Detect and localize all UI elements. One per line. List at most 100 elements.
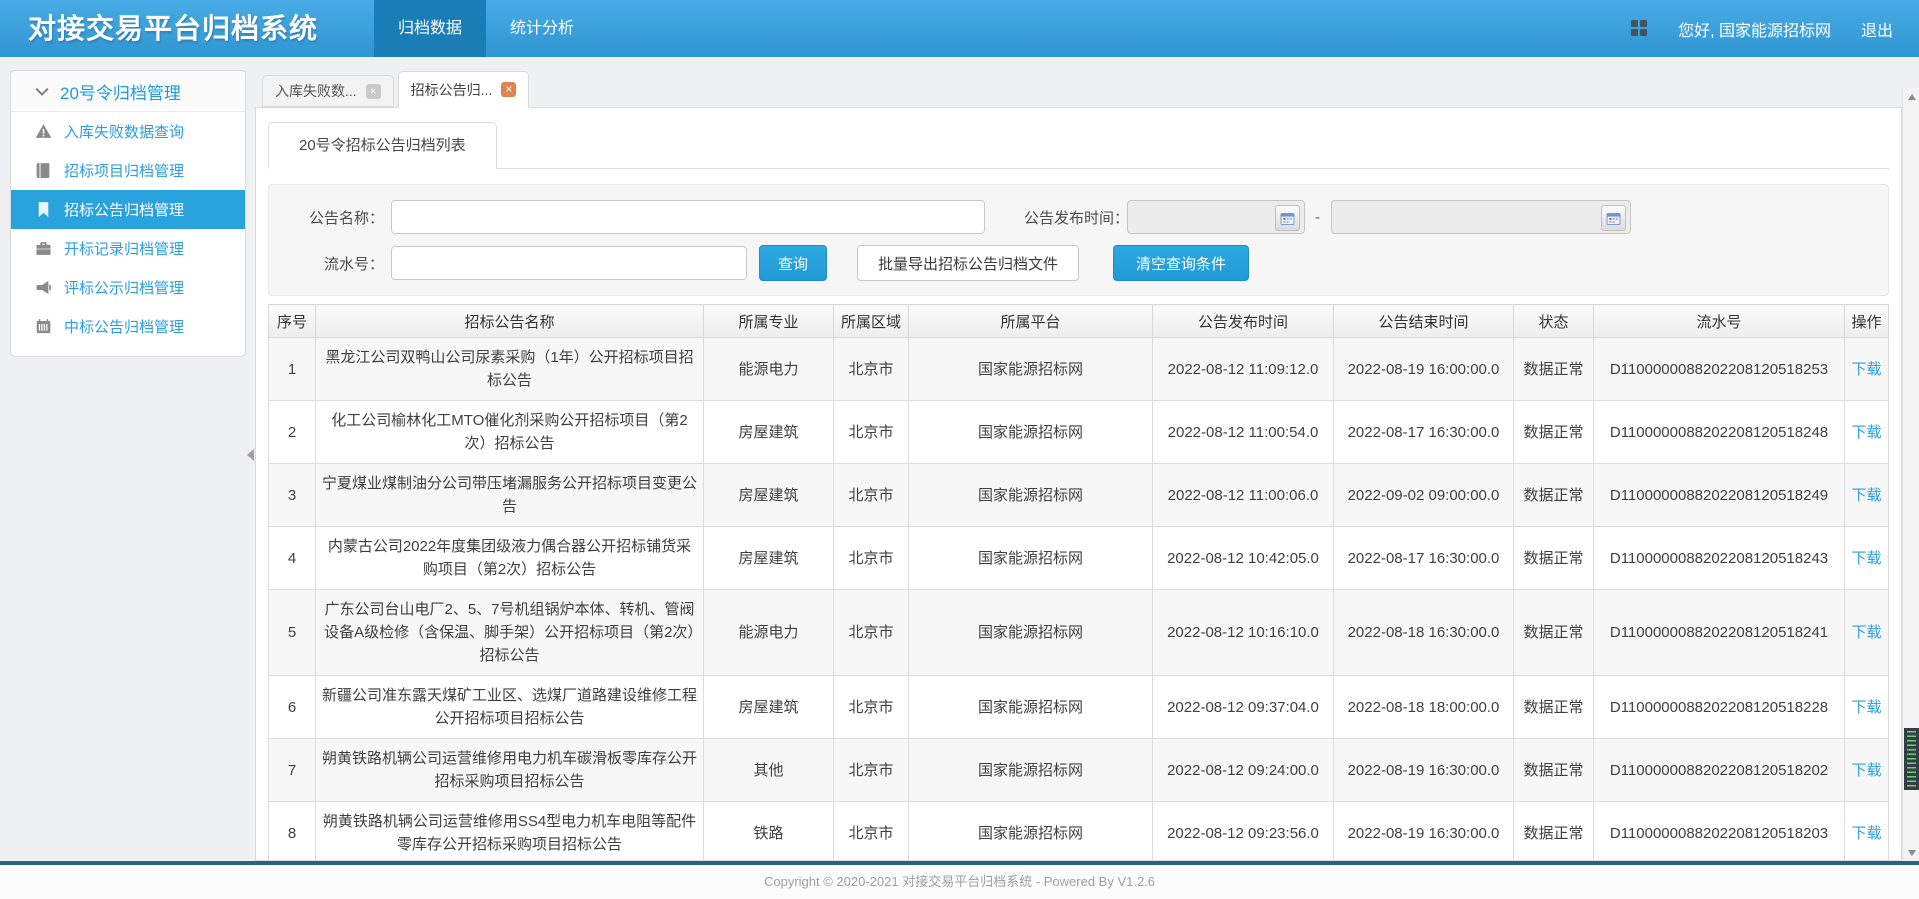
- cell-serial: D1100000088202208120518202: [1594, 739, 1845, 802]
- nav-item-statistics[interactable]: 统计分析: [486, 0, 598, 57]
- cell-region: 北京市: [834, 739, 909, 802]
- cell-publish: 2022-08-12 11:00:54.0: [1153, 401, 1334, 464]
- column-header[interactable]: 操作: [1845, 305, 1889, 338]
- cell-no: 2: [269, 401, 316, 464]
- briefcase-icon: [35, 240, 52, 257]
- sidebar-item-bid-opening-archive[interactable]: 开标记录归档管理: [11, 229, 245, 268]
- download-link[interactable]: 下载: [1851, 699, 1881, 716]
- tab-close-icon[interactable]: ×: [501, 82, 516, 97]
- column-header[interactable]: 招标公告名称: [316, 305, 704, 338]
- cell-no: 3: [269, 464, 316, 527]
- column-header[interactable]: 公告发布时间: [1153, 305, 1334, 338]
- cell-no: 5: [269, 590, 316, 676]
- table-row[interactable]: 2化工公司榆林化工MTO催化剂采购公开招标项目（第2次）招标公告房屋建筑北京市国…: [269, 401, 1889, 464]
- cell-serial: D1100000088202208120518241: [1594, 590, 1845, 676]
- table-row[interactable]: 5广东公司台山电厂2、5、7号机组锅炉本体、转机、管阀设备A级检修（含保温、脚手…: [269, 590, 1889, 676]
- table-row[interactable]: 7朔黄铁路机辆公司运营维修用电力机车碳滑板零库存公开招标采购项目招标公告其他北京…: [269, 739, 1889, 802]
- scrollbar-thumb[interactable]: [1904, 728, 1919, 790]
- table-row[interactable]: 4内蒙古公司2022年度集团级液力偶合器公开招标铺货采购项目（第2次）招标公告房…: [269, 527, 1889, 590]
- cell-status: 数据正常: [1514, 802, 1594, 861]
- query-button[interactable]: 查询: [759, 245, 827, 281]
- nav-item-archive-data[interactable]: 归档数据: [374, 0, 486, 57]
- apps-grid-icon[interactable]: [1631, 20, 1648, 37]
- table-row[interactable]: 3宁夏煤业煤制油分公司带压堵漏服务公开招标项目变更公告房屋建筑北京市国家能源招标…: [269, 464, 1889, 527]
- logout-button[interactable]: 退出: [1861, 17, 1893, 41]
- tab-close-icon[interactable]: ×: [366, 84, 381, 99]
- clear-conditions-button[interactable]: 清空查询条件: [1113, 245, 1249, 281]
- cell-operation: 下载: [1845, 739, 1889, 802]
- top-right: 您好, 国家能源招标网 退出: [1631, 0, 1893, 57]
- cell-end: 2022-08-18 16:30:00.0: [1334, 590, 1514, 676]
- cell-end: 2022-09-02 09:00:00.0: [1334, 464, 1514, 527]
- sidebar-item-tender-project-archive[interactable]: 招标项目归档管理: [11, 151, 245, 190]
- download-link[interactable]: 下载: [1851, 624, 1881, 641]
- table-row[interactable]: 6新疆公司准东露天煤矿工业区、选煤厂道路建设维修工程公开招标项目招标公告房屋建筑…: [269, 676, 1889, 739]
- cell-publish: 2022-08-12 11:00:06.0: [1153, 464, 1334, 527]
- table-row[interactable]: 8朔黄铁路机辆公司运营维修用SS4型电力机车电阻等配件零库存公开招标采购项目招标…: [269, 802, 1889, 861]
- sidebar-item-storage-fail-query[interactable]: 入库失败数据查询: [11, 112, 245, 151]
- sidebar-items: 入库失败数据查询招标项目归档管理招标公告归档管理开标记录归档管理评标公示归档管理…: [11, 112, 245, 346]
- cell-platform: 国家能源招标网: [909, 527, 1153, 590]
- grid-header: 序号招标公告名称所属专业所属区域所属平台公告发布时间公告结束时间状态流水号操作: [269, 305, 1889, 338]
- sidebar-group-header[interactable]: 20号令归档管理: [11, 71, 245, 112]
- cell-end: 2022-08-19 16:30:00.0: [1334, 802, 1514, 861]
- cell-status: 数据正常: [1514, 676, 1594, 739]
- tab-storage-fail[interactable]: 入库失败数...×: [262, 75, 394, 107]
- publish-date-start-input[interactable]: [1127, 200, 1305, 234]
- scroll-down-arrow[interactable]: [1903, 844, 1919, 861]
- cell-name: 宁夏煤业煤制油分公司带压堵漏服务公开招标项目变更公告: [316, 464, 704, 527]
- sidebar-item-bid-evaluation-archive[interactable]: 评标公示归档管理: [11, 268, 245, 307]
- download-link[interactable]: 下载: [1851, 487, 1881, 504]
- column-header[interactable]: 所属专业: [704, 305, 834, 338]
- cell-publish: 2022-08-12 11:09:12.0: [1153, 338, 1334, 401]
- download-link[interactable]: 下载: [1851, 762, 1881, 779]
- column-header[interactable]: 公告结束时间: [1334, 305, 1514, 338]
- sidebar-collapse-handle[interactable]: [247, 449, 254, 461]
- cell-serial: D1100000088202208120518248: [1594, 401, 1845, 464]
- cell-serial: D1100000088202208120518253: [1594, 338, 1845, 401]
- list-tab-title[interactable]: 20号令招标公告归档列表: [268, 122, 497, 169]
- cell-major: 房屋建筑: [704, 527, 834, 590]
- book-icon: [35, 162, 52, 179]
- download-link[interactable]: 下载: [1851, 550, 1881, 567]
- tab-tender-notice[interactable]: 招标公告归...×: [398, 71, 530, 108]
- cell-end: 2022-08-17 16:30:00.0: [1334, 401, 1514, 464]
- bookmark-icon: [35, 201, 52, 218]
- cell-operation: 下载: [1845, 802, 1889, 861]
- cell-serial: D1100000088202208120518249: [1594, 464, 1845, 527]
- calendar-icon[interactable]: [1601, 205, 1626, 231]
- cell-name: 内蒙古公司2022年度集团级液力偶合器公开招标铺货采购项目（第2次）招标公告: [316, 527, 704, 590]
- publish-date-end-input[interactable]: [1331, 200, 1631, 234]
- download-link[interactable]: 下载: [1851, 361, 1881, 378]
- sidebar-item-label: 评标公示归档管理: [64, 277, 184, 298]
- column-header[interactable]: 序号: [269, 305, 316, 338]
- column-header[interactable]: 所属区域: [834, 305, 909, 338]
- cell-major: 其他: [704, 739, 834, 802]
- batch-export-button[interactable]: 批量导出招标公告归档文件: [857, 245, 1079, 281]
- sidebar-item-tender-notice-archive[interactable]: 招标公告归档管理: [11, 190, 245, 229]
- download-link[interactable]: 下载: [1851, 424, 1881, 441]
- cell-major: 房屋建筑: [704, 464, 834, 527]
- scroll-up-arrow[interactable]: [1903, 88, 1919, 105]
- date-range-separator: -: [1315, 209, 1320, 226]
- cell-operation: 下载: [1845, 464, 1889, 527]
- calendar-icon[interactable]: [1275, 205, 1300, 231]
- cell-status: 数据正常: [1514, 401, 1594, 464]
- vertical-scrollbar[interactable]: [1902, 88, 1919, 861]
- cell-platform: 国家能源招标网: [909, 739, 1153, 802]
- serial-input[interactable]: [391, 246, 747, 280]
- search-row-1: 公告名称： 公告发布时间： -: [269, 199, 1888, 235]
- cell-publish: 2022-08-12 10:42:05.0: [1153, 527, 1334, 590]
- download-link[interactable]: 下载: [1851, 825, 1881, 842]
- top-bar: 对接交易平台归档系统 归档数据统计分析 您好, 国家能源招标网 退出: [0, 0, 1919, 57]
- column-header[interactable]: 所属平台: [909, 305, 1153, 338]
- table-row[interactable]: 1黑龙江公司双鸭山公司尿素采购（1年）公开招标项目招标公告能源电力北京市国家能源…: [269, 338, 1889, 401]
- sidebar-item-winning-notice-archive[interactable]: 中标公告归档管理: [11, 307, 245, 346]
- column-header[interactable]: 状态: [1514, 305, 1594, 338]
- chevron-down-icon: [35, 84, 49, 98]
- app-screen: 对接交易平台归档系统 归档数据统计分析 您好, 国家能源招标网 退出 20号令归…: [0, 0, 1919, 899]
- notice-name-input[interactable]: [391, 200, 985, 234]
- cell-no: 6: [269, 676, 316, 739]
- serial-label: 流水号：: [269, 253, 384, 274]
- column-header[interactable]: 流水号: [1594, 305, 1845, 338]
